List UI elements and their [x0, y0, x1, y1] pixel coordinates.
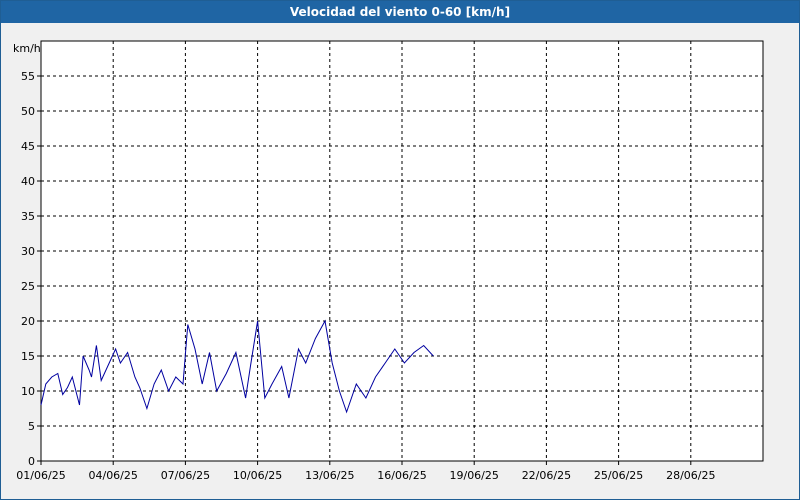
y-tick-label: 25 [21, 280, 35, 293]
y-tick-label: 40 [21, 175, 35, 188]
y-axis-ticks: 0 5 10 15 20 25 30 35 40 45 50 55 [21, 70, 41, 468]
y-tick-label: 20 [21, 315, 35, 328]
y-axis-unit-label: km/h [13, 42, 41, 55]
x-tick-label: 28/06/25 [666, 469, 715, 482]
y-tick-label: 50 [21, 105, 35, 118]
x-tick-label: 19/06/25 [449, 469, 498, 482]
x-tick-label: 25/06/25 [594, 469, 643, 482]
x-tick-label: 13/06/25 [305, 469, 354, 482]
x-tick-label: 16/06/25 [377, 469, 426, 482]
y-tick-label: 5 [28, 420, 35, 433]
y-tick-label: 55 [21, 70, 35, 83]
x-tick-label: 10/06/25 [233, 469, 282, 482]
x-tick-label: 01/06/25 [16, 469, 65, 482]
y-tick-label: 10 [21, 385, 35, 398]
x-tick-label: 04/06/25 [88, 469, 137, 482]
x-tick-label: 07/06/25 [161, 469, 210, 482]
window-title: Velocidad del viento 0-60 [km/h] [1, 1, 799, 23]
chart-window: Velocidad del viento 0-60 [km/h] 0 5 10 15 2… [0, 0, 800, 500]
y-tick-label: 35 [21, 210, 35, 223]
wind-speed-chart: 0510152025303540455055 01/06/25 04/06/25 0… [13, 40, 764, 482]
y-tick-label: 30 [21, 245, 35, 258]
x-axis-ticks: 01/06/25 04/06/25 07/06/25 10/06/25 13/06/25… [16, 461, 716, 482]
y-tick-label: 0 [28, 455, 35, 468]
y-tick-label: 45 [21, 140, 35, 153]
y-tick-label: 15 [21, 350, 35, 363]
x-tick-label: 22/06/25 [522, 469, 571, 482]
